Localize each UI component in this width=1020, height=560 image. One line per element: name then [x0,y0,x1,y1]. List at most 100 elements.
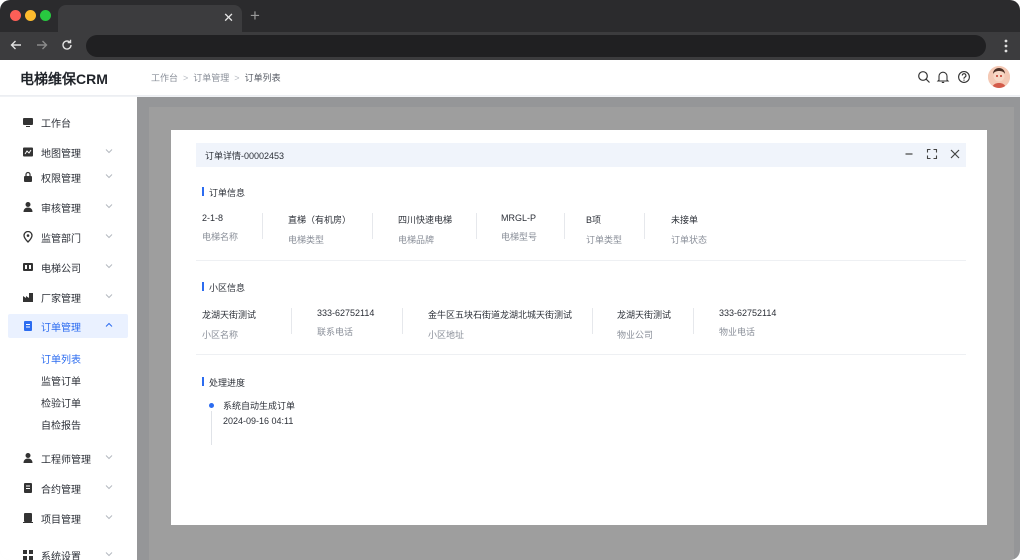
avatar[interactable] [988,66,1010,88]
sidebar-item-permission-management[interactable]: 权限管理 [8,165,128,189]
breadcrumb-item-workbench[interactable]: 工作台 [151,73,178,83]
field-contact-phone: 333-62752114 联系电话 [317,308,374,338]
sidebar-item-label: 工程师管理 [41,455,91,466]
search-icon[interactable] [917,70,931,84]
help-icon[interactable] [957,70,971,84]
minimize-icon[interactable] [903,148,915,160]
chevron-down-icon [105,485,113,490]
app-logo: 电梯维保CRM [20,71,108,87]
field-label: 物业公司 [617,330,654,340]
timeline-dot [209,403,214,408]
back-arrow-icon[interactable] [10,39,22,51]
tab-close-icon[interactable]: ✕ [223,10,234,26]
close-icon[interactable] [949,148,961,160]
field-value: 龙湖天街测试 [202,310,257,320]
sidebar-item-project-management[interactable]: 项目管理 [8,506,128,530]
sidebar-item-map-management[interactable]: 地图管理 [8,140,128,164]
app-header: 电梯维保CRM 工作台 > 订单管理 > 订单列表 [0,60,1020,96]
sidebar-item-regulatory-department[interactable]: 监管部门 [8,225,128,249]
sidebar-item-label: 电梯公司 [41,264,81,275]
sidebar-item-label: 审核管理 [41,204,81,215]
sidebar-item-system-settings[interactable]: 系统设置 [8,543,128,560]
sidebar-item-label: 权限管理 [41,174,81,185]
breadcrumb-separator: > [183,73,189,83]
field-community-name: 龙湖天街测试 小区名称 [202,308,256,341]
contract-icon [24,483,32,493]
chevron-down-icon [105,204,113,209]
sidebar-subitem-self-check-report[interactable]: 自检报告 [41,417,81,432]
field-label: 电梯型号 [501,232,538,242]
breadcrumb-item-order-list: 订单列表 [244,73,281,83]
field-value: B项 [586,215,602,225]
field-value: 四川快速电梯 [398,215,453,225]
field-label: 物业电话 [719,327,756,337]
bell-icon[interactable] [936,70,950,84]
field-label: 订单类型 [586,235,623,245]
field-label: 电梯品牌 [398,235,435,245]
field-community-address: 金牛区五块石街道龙湖北城天街测试 小区地址 [428,308,572,341]
order-icon [24,321,32,331]
section-title-progress: 处理进度 [202,376,245,389]
forward-arrow-icon[interactable] [36,39,48,51]
breadcrumb-item-order-management[interactable]: 订单管理 [193,73,229,83]
section-divider [196,354,966,355]
sidebar-item-manufacturer-management[interactable]: 厂家管理 [8,285,128,309]
sidebar-subitem-regulatory-orders[interactable]: 监管订单 [41,373,81,388]
chevron-down-icon [105,294,113,299]
sidebar-item-audit-management[interactable]: 审核管理 [8,195,128,219]
window-close-dot[interactable] [10,10,21,21]
modal-title: 订单详情-00002453 [205,151,285,161]
sidebar-item-workbench[interactable]: 工作台 [8,110,128,134]
reload-icon[interactable] [61,39,73,51]
field-divider [402,308,403,334]
timeline-event-time: 2024-09-16 04:11 [223,416,294,426]
sidebar-subitem-inspection-orders[interactable]: 检验订单 [41,395,81,410]
sidebar-item-order-management[interactable]: 订单管理 [8,314,128,338]
sidebar-item-label: 系统设置 [41,552,81,560]
breadcrumb-separator: > [234,73,240,83]
sidebar-item-label: 地图管理 [41,149,81,160]
field-divider [262,213,263,239]
browser-address-bar [0,32,1020,60]
field-elevator-type: 直梯（有机房） 电梯类型 [288,213,351,246]
field-label: 联系电话 [317,327,354,337]
new-tab-icon[interactable]: + [250,6,260,26]
window-maximize-dot[interactable] [40,10,51,21]
fullscreen-icon[interactable] [926,148,938,160]
sidebar-item-engineer-management[interactable]: 工程师管理 [8,446,128,470]
field-value: 333-62752114 [719,308,777,318]
chevron-down-icon [105,515,113,520]
field-order-status: 未接单 订单状态 [671,213,707,246]
sidebar-item-elevator-company[interactable]: 电梯公司 [8,255,128,279]
elevator-icon [23,263,33,271]
field-elevator-model: MRGL-P 电梯型号 [501,213,537,243]
section-divider [196,260,966,261]
sidebar-item-label: 厂家管理 [41,294,81,305]
chevron-down-icon [105,174,113,179]
sidebar-item-label: 监管部门 [41,234,81,245]
timeline-line [211,411,212,445]
url-input[interactable] [86,35,986,57]
sidebar-subitem-order-list[interactable]: 订单列表 [41,351,81,366]
browser-menu-icon[interactable] [1004,39,1008,53]
engineer-icon [23,453,33,463]
location-pin-icon [23,231,33,243]
field-value: 未接单 [671,215,699,225]
field-label: 小区地址 [428,330,465,340]
field-label: 小区名称 [202,330,239,340]
field-value: 金牛区五块石街道龙湖北城天街测试 [428,310,573,320]
user-check-icon [23,202,33,212]
breadcrumb: 工作台 > 订单管理 > 订单列表 [151,71,281,84]
section-title-order-info: 订单信息 [202,186,245,199]
field-label: 电梯类型 [288,235,325,245]
browser-tab[interactable]: ✕ [58,5,242,32]
window-minimize-dot[interactable] [25,10,36,21]
factory-icon [23,293,33,302]
sidebar-item-label: 工作台 [41,119,71,130]
chevron-down-icon [105,455,113,460]
sidebar-item-contract-management[interactable]: 合约管理 [8,476,128,500]
field-divider [291,308,292,334]
chevron-down-icon [105,552,113,557]
sidebar-item-label: 订单管理 [41,323,81,334]
chevron-down-icon [105,264,113,269]
